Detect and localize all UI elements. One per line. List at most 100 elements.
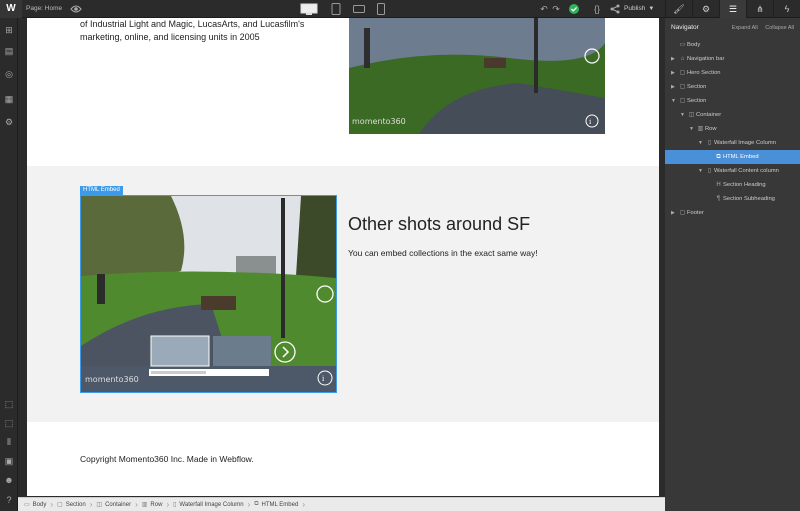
- momento360-watermark: momento360: [85, 375, 139, 384]
- row-icon: ▥: [697, 126, 704, 132]
- expand-all-button[interactable]: Expand All: [732, 25, 758, 31]
- add-element-icon[interactable]: ⊞: [3, 24, 15, 36]
- html-embed-tag: HTML Embed: [80, 186, 123, 195]
- preview-eye-icon[interactable]: [70, 3, 82, 15]
- assets-icon[interactable]: ▦: [3, 93, 15, 105]
- chevron-down-icon: ▼: [648, 6, 655, 12]
- navigator-item-label: Navigation bar: [687, 56, 725, 62]
- design-canvas[interactable]: of Industrial Light and Magic, LucasArts…: [27, 18, 659, 496]
- mobile-portrait-view-icon[interactable]: [377, 3, 385, 15]
- help-icon[interactable]: ?: [3, 494, 15, 506]
- grid-overlay-icon[interactable]: ⦀: [3, 436, 15, 448]
- section-heading: Other shots around SF: [348, 214, 531, 234]
- section-icon: ▢: [679, 210, 686, 216]
- navigator-item[interactable]: ¶ Section Subheading: [665, 192, 800, 206]
- navigator-item-label: Section: [687, 84, 707, 90]
- navigator-item-label: Body: [687, 42, 701, 48]
- caret-down-icon[interactable]: ▼: [698, 136, 705, 150]
- navigator-panel: Navigator Expand All Collapse All ▭ Body ▶…: [665, 18, 800, 511]
- breadcrumb-label: Container: [105, 501, 132, 508]
- momento360-watermark: momento360: [352, 117, 406, 126]
- footer-copyright: Copyright Momento360 Inc. Made in Webflo…: [80, 454, 254, 464]
- navigator-item-label: Section Subheading: [723, 196, 775, 202]
- select-box-icon[interactable]: ⬚: [3, 417, 15, 429]
- desktop-view-icon[interactable]: [300, 3, 318, 15]
- nav-icon: ⌂: [680, 56, 685, 62]
- navigator-panel-icon[interactable]: ☰: [719, 0, 746, 18]
- navigator-item[interactable]: ▼ ◫ Container: [665, 108, 800, 122]
- style-panel-brush-icon[interactable]: 🖌: [665, 0, 692, 18]
- share-icon[interactable]: [609, 3, 621, 15]
- caret-down-icon[interactable]: ▼: [698, 164, 705, 178]
- page-selector[interactable]: Page: Home: [26, 0, 62, 18]
- navigator-item[interactable]: ▭ Body: [665, 38, 800, 52]
- navigator-item[interactable]: ⧉ HTML Embed: [665, 150, 800, 164]
- section-subheading: You can embed collections in the exact s…: [348, 248, 538, 258]
- settings-gear-icon[interactable]: ⚙: [692, 0, 719, 18]
- body-icon: ▭: [679, 42, 686, 48]
- navigator-tree: ▭ Body ▶ ⌂ Navigation bar ▶ ▢ Hero Section ▶ ▢ Sec…: [665, 38, 800, 220]
- lightning-icon[interactable]: ϟ: [773, 0, 800, 18]
- breadcrumb-separator-icon: ›: [89, 500, 93, 509]
- breadcrumb-label: Row: [150, 501, 163, 508]
- caret-right-icon[interactable]: ▶: [671, 66, 678, 80]
- breadcrumb-separator-icon: ›: [166, 500, 170, 509]
- pano-viewer-embed[interactable]: i momento360: [81, 196, 336, 392]
- navigator-item[interactable]: ▶ ⌂ Navigation bar: [665, 52, 800, 66]
- navigator-item[interactable]: H Section Heading: [665, 178, 800, 192]
- preview-layout-icon[interactable]: ▣: [3, 455, 15, 467]
- breadcrumb-item[interactable]: ⧉ HTML Embed ›: [254, 498, 309, 511]
- tablet-view-icon[interactable]: [331, 3, 341, 15]
- navigator-title: Navigator: [671, 24, 699, 31]
- navigator-item[interactable]: ▶ ▢ Footer: [665, 206, 800, 220]
- breadcrumb-separator-icon: ›: [247, 500, 251, 509]
- navigator-item[interactable]: ▼ ▥ Row: [665, 122, 800, 136]
- caret-down-icon[interactable]: ▼: [689, 122, 696, 136]
- navigator-header: Navigator Expand All Collapse All: [665, 18, 800, 38]
- publish-button[interactable]: Publish ▼: [624, 0, 654, 18]
- navigator-item-label: Section Heading: [723, 182, 766, 188]
- undo-icon[interactable]: ↶: [538, 3, 550, 15]
- mobile-landscape-view-icon[interactable]: [353, 3, 365, 15]
- row-icon: ▥: [141, 502, 148, 508]
- settings-gear-icon[interactable]: ⚙: [3, 116, 15, 128]
- intro-paragraph: of Industrial Light and Magic, LucasArts…: [80, 19, 305, 42]
- breadcrumb: ▭ Body › ▢ Section › ◫ Container › ▥ Row › ▯ Waterfal…: [18, 497, 665, 511]
- body-icon: ▭: [24, 502, 30, 508]
- cms-database-icon[interactable]: ◎: [3, 68, 15, 80]
- breadcrumb-separator-icon: ›: [135, 500, 138, 509]
- webflow-logo[interactable]: W: [0, 0, 22, 18]
- waterfall-section[interactable]: HTML Embed i momento360 Other shots arou…: [27, 166, 659, 422]
- pano-viewer-top[interactable]: i momento360: [349, 18, 605, 134]
- navigator-item-label: Waterfall Content column: [714, 168, 779, 174]
- redo-icon[interactable]: ↷: [550, 3, 562, 15]
- navigator-item[interactable]: ▼ ▢ Section: [665, 94, 800, 108]
- navigator-item[interactable]: ▶ ▢ Section: [665, 80, 800, 94]
- column-icon: ▯: [707, 168, 712, 174]
- caret-down-icon[interactable]: ▼: [680, 108, 687, 122]
- caret-right-icon[interactable]: ▶: [671, 52, 678, 66]
- paragraph-icon: ¶: [716, 196, 721, 202]
- breadcrumb-label: Body: [32, 501, 47, 508]
- left-toolbar: ⊞ ▤ ◎ ▦ ⚙ ⬚ ⬚ ⦀ ▣ ☻ ?: [0, 18, 18, 511]
- caret-right-icon[interactable]: ▶: [671, 80, 678, 94]
- breadcrumb-item[interactable]: ▭ Body ›: [24, 498, 57, 511]
- caret-right-icon[interactable]: ▶: [671, 206, 678, 220]
- collapse-all-button[interactable]: Collapse All: [765, 25, 794, 31]
- breadcrumb-item[interactable]: ◫ Container ›: [96, 498, 141, 511]
- interactions-icon[interactable]: ⋔: [746, 0, 773, 18]
- pages-icon[interactable]: ▤: [3, 45, 15, 57]
- users-icon[interactable]: ☻: [3, 474, 15, 486]
- navigator-actions: Expand All Collapse All: [732, 18, 794, 38]
- html-embed-selected[interactable]: i momento360: [80, 195, 337, 393]
- selector-tool-icon[interactable]: ⬚: [3, 398, 15, 410]
- breadcrumb-item[interactable]: ▥ Row ›: [142, 498, 173, 511]
- navigator-item[interactable]: ▼ ▯ Waterfall Image Column: [665, 136, 800, 150]
- caret-down-icon[interactable]: ▼: [671, 94, 678, 108]
- breadcrumb-item[interactable]: ▯ Waterfall Image Column ›: [173, 498, 254, 511]
- navigator-item[interactable]: ▶ ▢ Hero Section: [665, 66, 800, 80]
- code-export-icon[interactable]: {}: [591, 3, 603, 15]
- breadcrumb-separator-icon: ›: [302, 500, 305, 509]
- navigator-item[interactable]: ▼ ▯ Waterfall Content column: [665, 164, 800, 178]
- breadcrumb-item[interactable]: ▢ Section ›: [57, 498, 96, 511]
